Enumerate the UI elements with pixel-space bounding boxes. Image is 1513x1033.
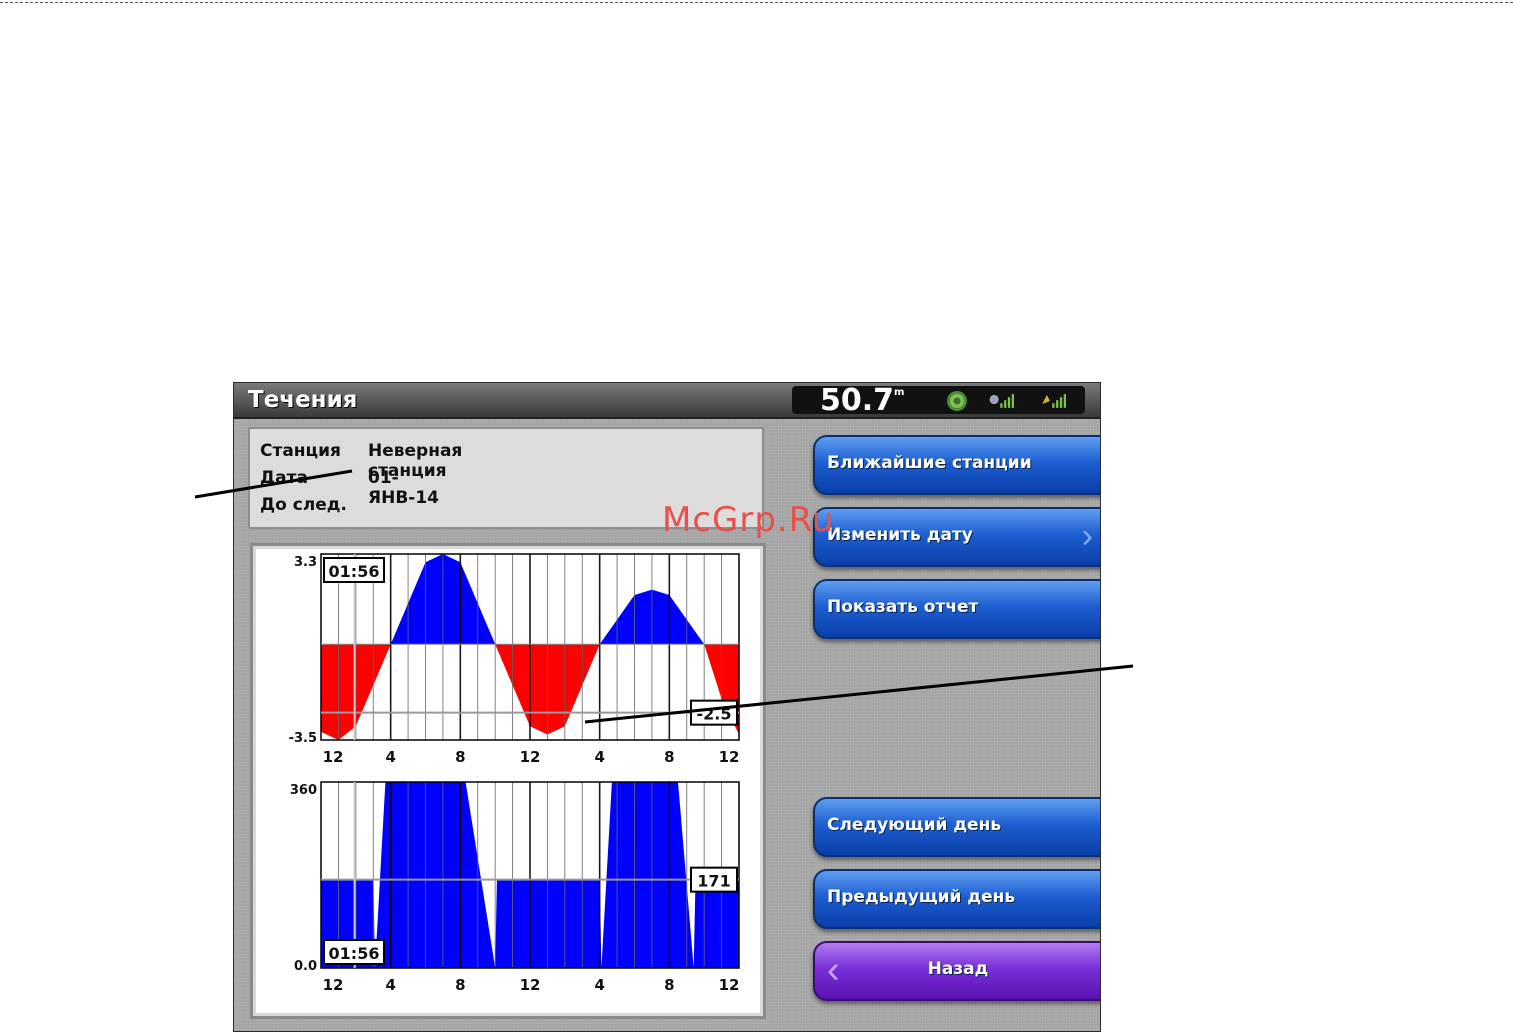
page-top-rule [0, 2, 1513, 3]
watermark: McGrp.Ru [662, 500, 835, 540]
y-top-label: 3.3 [294, 555, 317, 570]
date-label: Дата [260, 468, 308, 488]
gps-signal-icon [1042, 394, 1066, 408]
x-tick-label: 12 [719, 748, 740, 766]
x-tick-label: 4 [594, 748, 604, 766]
x-tick-label: 12 [323, 748, 344, 766]
current-charts[interactable]: 3.3 -3.5 12 4 8 12 4 8 12 01:56 -2.5 360 0.0 12 4 8 12 4 8… [253, 546, 763, 1016]
current-chart-panel[interactable]: 3.3 -3.5 12 4 8 12 4 8 12 01:56 -2.5 360 0.0 12 4 8 12 4 8… [250, 543, 766, 1019]
previous-day-label: Предыдущий день [827, 887, 1016, 907]
back-button[interactable]: ‹ Назад [813, 941, 1100, 1001]
x-tick-label: 8 [664, 748, 674, 766]
show-report-label: Показать отчет [827, 597, 979, 617]
next-row: До след. [260, 495, 347, 515]
speed-value: 50.7 [820, 383, 895, 418]
title-bar: Течения 50.7m [234, 383, 1100, 419]
show-report-button[interactable]: Показать отчет [813, 579, 1100, 639]
next-label: До след. [260, 495, 347, 515]
date-value: 01-ЯНВ-14 [368, 468, 439, 508]
chevron-right-icon: › [1081, 517, 1093, 555]
change-date-label: Изменить дату [827, 525, 973, 545]
y-bottom-label: 0.0 [294, 959, 317, 974]
speed-unit: m [894, 387, 905, 398]
y-bottom-label: -3.5 [289, 731, 317, 746]
x-tick-label: 8 [664, 976, 674, 994]
next-day-button[interactable]: Следующий день [813, 797, 1100, 857]
x-tick-label: 12 [323, 976, 344, 994]
x-tick-label: 12 [520, 976, 541, 994]
time-readout: 01:56 [329, 562, 380, 581]
satellite-signal-icon [989, 394, 1014, 408]
previous-day-button[interactable]: Предыдущий день [813, 869, 1100, 929]
x-tick-label: 12 [719, 976, 740, 994]
date-row: Дата 01-ЯНВ-14 [260, 468, 439, 508]
device-screen: Течения 50.7m Станция Неверная станция Д… [233, 382, 1101, 1032]
value-readout: 171 [697, 872, 730, 891]
station-row: Станция Неверная станция [260, 441, 462, 481]
x-tick-label: 4 [385, 748, 395, 766]
window-title: Течения [248, 387, 358, 413]
x-tick-label: 12 [520, 748, 541, 766]
x-tick-label: 8 [455, 976, 465, 994]
change-date-button[interactable]: Изменить дату › [813, 507, 1100, 567]
nearest-stations-label: Ближайшие станции [827, 453, 1032, 473]
y-top-label: 360 [290, 783, 317, 798]
nearest-stations-button[interactable]: Ближайшие станции [813, 435, 1100, 495]
back-label: Назад [927, 959, 989, 979]
x-tick-label: 4 [594, 976, 604, 994]
speed-readout: 50.7m [820, 383, 904, 418]
value-readout: -2.5 [697, 705, 732, 724]
next-day-label: Следующий день [827, 815, 1002, 835]
x-tick-label: 4 [385, 976, 395, 994]
status-bar: 50.7m [792, 383, 1085, 418]
sonar-icon [947, 391, 967, 411]
x-tick-label: 8 [455, 748, 465, 766]
time-readout: 01:56 [329, 944, 380, 963]
station-label: Станция [260, 441, 341, 461]
